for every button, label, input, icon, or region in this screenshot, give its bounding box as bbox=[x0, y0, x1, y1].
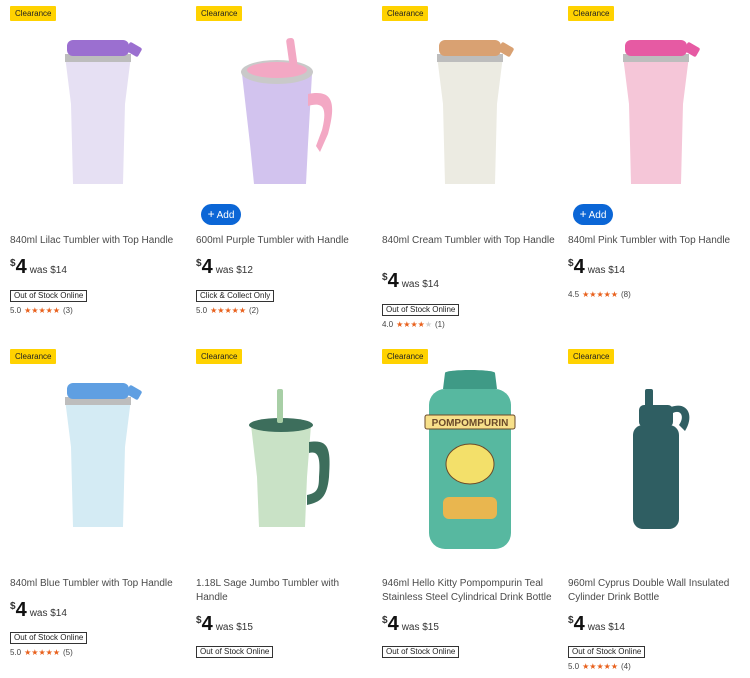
tumbler-image bbox=[249, 389, 330, 527]
tumbler-image bbox=[65, 383, 142, 527]
price: $4 was $14 bbox=[568, 613, 625, 635]
stock-status: Out of Stock Online bbox=[382, 646, 460, 658]
rating: 4.0 ★★★★★ (1) bbox=[382, 320, 445, 329]
star-rating: ★★★★★ bbox=[396, 320, 432, 329]
product-image[interactable] bbox=[10, 377, 186, 537]
price: $4 was $14 bbox=[568, 256, 625, 278]
bottle-image: POMPOMPURIN bbox=[424, 370, 516, 549]
price-value: 4 bbox=[387, 270, 399, 292]
price: $4 was $15 bbox=[196, 613, 253, 635]
clearance-badge: Clearance bbox=[382, 6, 429, 21]
clearance-badge: Clearance bbox=[10, 349, 57, 364]
product-image[interactable]: POMPOMPURIN bbox=[382, 369, 558, 549]
star-rating: ★★★★★ bbox=[582, 290, 618, 299]
star-rating: ★★★★★ bbox=[210, 306, 246, 315]
was-price: was $14 bbox=[587, 622, 625, 633]
stock-status: Out of Stock Online bbox=[196, 646, 274, 658]
was-price: was $15 bbox=[215, 622, 253, 633]
bottle-print-text: POMPOMPURIN bbox=[432, 418, 509, 429]
product-image[interactable] bbox=[196, 34, 372, 194]
price: $4 was $14 bbox=[10, 256, 67, 278]
stock-status: Out of Stock Online bbox=[10, 290, 88, 302]
bottle-image bbox=[633, 389, 690, 529]
clearance-badge: Clearance bbox=[568, 6, 615, 21]
plus-icon: + bbox=[207, 207, 215, 221]
price-value: 4 bbox=[15, 599, 27, 621]
product-title[interactable]: 1.18L Sage Jumbo Tumbler with Handle bbox=[196, 577, 372, 605]
rating: 5.0 ★★★★★ (4) bbox=[568, 662, 631, 671]
product-title[interactable]: 840ml Pink Tumbler with Top Handle bbox=[568, 234, 744, 248]
stock-status: Click & Collect Only bbox=[196, 290, 275, 302]
product-image[interactable] bbox=[10, 34, 186, 194]
price: $4 was $14 bbox=[382, 270, 439, 292]
clearance-badge: Clearance bbox=[10, 6, 57, 21]
star-rating: ★★★★★ bbox=[24, 648, 60, 657]
price-value: 4 bbox=[573, 256, 585, 278]
rating: 5.0 ★★★★★ (5) bbox=[10, 648, 73, 657]
star-rating: ★★★★★ bbox=[24, 306, 60, 315]
tumbler-image bbox=[437, 40, 514, 184]
clearance-badge: Clearance bbox=[568, 349, 615, 364]
product-title[interactable]: 840ml Lilac Tumbler with Top Handle bbox=[10, 234, 186, 248]
product-image[interactable] bbox=[568, 377, 744, 537]
rating: 4.5 ★★★★★ (8) bbox=[568, 290, 631, 299]
product-title[interactable]: 600ml Purple Tumbler with Handle bbox=[196, 234, 372, 248]
clearance-badge: Clearance bbox=[196, 6, 243, 21]
price: $4 was $14 bbox=[10, 599, 67, 621]
product-title[interactable]: 840ml Blue Tumbler with Top Handle bbox=[10, 577, 186, 591]
star-rating: ★★★★★ bbox=[582, 662, 618, 671]
price-value: 4 bbox=[201, 256, 213, 278]
product-image[interactable] bbox=[568, 34, 744, 194]
add-to-cart-button[interactable]: + Add bbox=[573, 204, 613, 225]
was-price: was $14 bbox=[587, 265, 625, 276]
was-price: was $14 bbox=[401, 279, 439, 290]
rating: 5.0 ★★★★★ (2) bbox=[196, 306, 259, 315]
price-value: 4 bbox=[201, 613, 213, 635]
product-image[interactable] bbox=[196, 377, 372, 537]
clearance-badge: Clearance bbox=[196, 349, 243, 364]
rating: 5.0 ★★★★★ (3) bbox=[10, 306, 73, 315]
was-price: was $14 bbox=[29, 265, 67, 276]
add-to-cart-button[interactable]: + Add bbox=[201, 204, 241, 225]
price-value: 4 bbox=[573, 613, 585, 635]
tumbler-image bbox=[241, 37, 333, 184]
price-value: 4 bbox=[387, 613, 399, 635]
tumbler-image bbox=[623, 40, 700, 184]
was-price: was $12 bbox=[215, 265, 253, 276]
product-image[interactable] bbox=[382, 34, 558, 194]
clearance-badge: Clearance bbox=[382, 349, 429, 364]
plus-icon: + bbox=[579, 207, 587, 221]
stock-status: Out of Stock Online bbox=[568, 646, 646, 658]
product-title[interactable]: 960ml Cyprus Double Wall Insulated Cylin… bbox=[568, 577, 744, 605]
was-price: was $15 bbox=[401, 622, 439, 633]
stock-status: Out of Stock Online bbox=[382, 304, 460, 316]
tumbler-image bbox=[65, 40, 142, 184]
price: $4 was $15 bbox=[382, 613, 439, 635]
was-price: was $14 bbox=[29, 608, 67, 619]
price: $4 was $12 bbox=[196, 256, 253, 278]
product-title[interactable]: 840ml Cream Tumbler with Top Handle bbox=[382, 234, 558, 248]
stock-status: Out of Stock Online bbox=[10, 632, 88, 644]
price-value: 4 bbox=[15, 256, 27, 278]
product-title[interactable]: 946ml Hello Kitty Pompompurin Teal Stain… bbox=[382, 577, 558, 605]
